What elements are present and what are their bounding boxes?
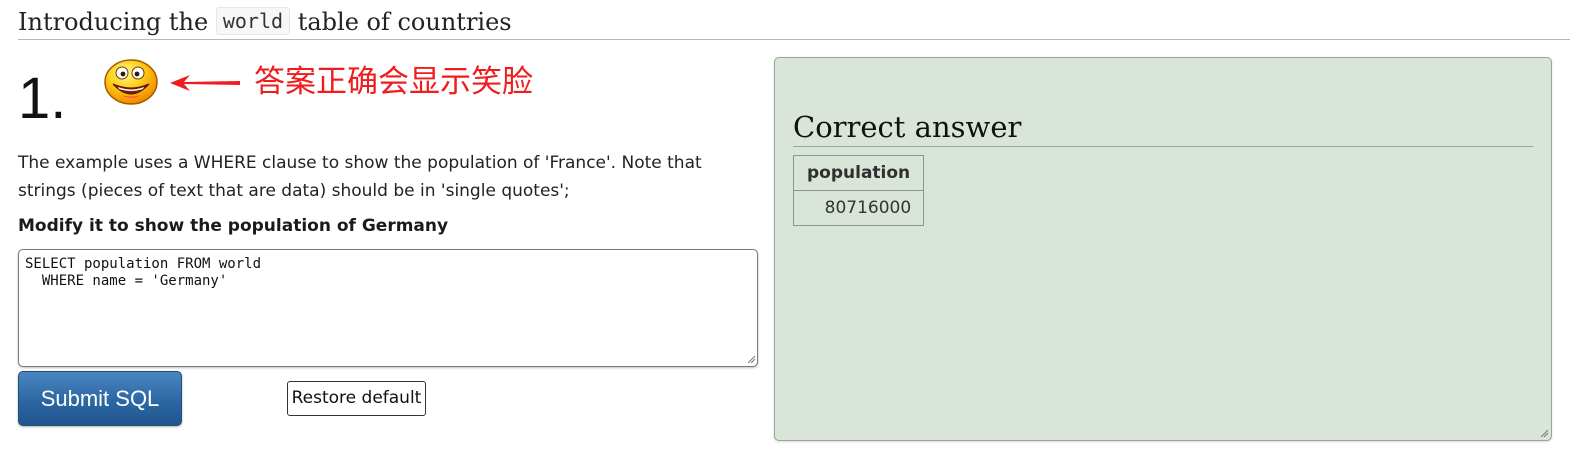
title-divider: [18, 39, 1570, 40]
table-header-row: population: [792, 155, 925, 191]
page-title-prefix: Introducing the: [18, 8, 209, 36]
smiley-face-icon: [104, 59, 158, 105]
page-title-suffix: table of countries: [297, 8, 512, 36]
result-heading: Correct answer: [793, 110, 1022, 144]
question-description: The example uses a WHERE clause to show …: [18, 153, 702, 201]
question-number: 1.: [18, 66, 67, 131]
result-table: population 80716000: [792, 155, 925, 226]
annotation-text: 答案正确会显示笑脸: [254, 64, 533, 100]
table-cell-population: 80716000: [792, 190, 925, 226]
table-name-code: world: [215, 7, 291, 35]
arrow-left-icon: [170, 75, 240, 91]
column-header-population: population: [792, 155, 925, 191]
result-divider: [793, 146, 1533, 147]
resize-grip-icon[interactable]: [746, 354, 756, 364]
restore-default-button[interactable]: Restore default: [287, 381, 426, 416]
page-title: Introducing the world table of countries: [18, 4, 512, 40]
resize-grip-icon[interactable]: [1539, 428, 1549, 438]
submit-sql-button[interactable]: Submit SQL: [18, 371, 182, 426]
sql-editor[interactable]: SELECT population FROM world WHERE name …: [18, 249, 758, 367]
result-panel: Correct answer population 80716000: [774, 57, 1552, 441]
question-task: Modify it to show the population of Germ…: [18, 216, 449, 236]
table-row: 80716000: [792, 190, 925, 226]
